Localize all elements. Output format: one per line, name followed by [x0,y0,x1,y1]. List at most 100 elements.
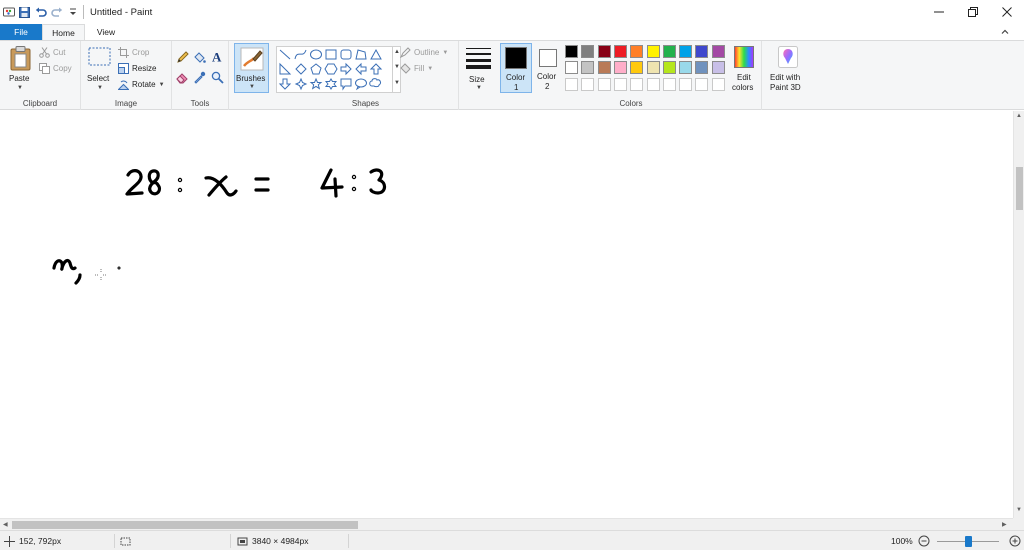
chevron-up-icon[interactable] [1000,27,1010,37]
redo-icon[interactable] [50,5,63,19]
shape-cloud-callout-icon[interactable] [369,78,381,88]
vertical-scroll-thumb[interactable] [1016,167,1023,210]
palette-swatch[interactable] [581,45,595,58]
tab-file[interactable]: File [0,24,42,40]
shape-right-arrow-icon[interactable] [340,62,352,76]
scroll-up-icon[interactable]: ▲ [1016,113,1022,119]
copy-button[interactable]: Copy [39,62,72,75]
custom-color-slot[interactable] [597,77,611,91]
shape-oval-callout-icon[interactable] [355,78,367,91]
paste-button[interactable]: Paste ▼ [5,44,35,92]
paint-app-icon[interactable] [2,5,15,19]
palette-swatch[interactable] [695,61,709,75]
shape-right-triangle-icon[interactable] [279,62,292,75]
eraser-icon[interactable] [176,71,190,85]
tab-home[interactable]: Home [42,24,85,41]
shape-rectangle-icon[interactable] [325,49,337,60]
custom-color-slot[interactable] [581,77,595,91]
zoom-in-button[interactable] [1009,535,1021,547]
ribbon-tabs: File Home View [0,24,1024,41]
size-button[interactable]: Size ▼ [462,44,495,93]
rotate-button[interactable]: Rotate ▼ [118,78,165,91]
color1-button[interactable]: Color 1 [500,43,532,93]
shape-rounded-rectangle-icon[interactable] [340,49,352,60]
palette-swatch[interactable] [565,61,578,75]
scroll-right-icon[interactable]: ▶ [1002,521,1007,528]
save-icon[interactable] [18,5,31,19]
shape-curve-icon[interactable] [294,49,307,60]
undo-icon[interactable] [34,5,47,19]
palette-swatch[interactable] [711,45,725,58]
palette-swatch[interactable] [630,61,644,75]
palette-swatch[interactable] [679,61,693,75]
custom-color-slot[interactable] [646,77,660,91]
close-button[interactable] [990,0,1024,24]
custom-color-slot[interactable] [613,77,627,91]
shape-left-arrow-icon[interactable] [355,62,367,76]
shape-four-point-star-icon[interactable] [294,77,308,91]
custom-color-slot[interactable] [695,77,709,91]
ribbon-separator [761,41,762,110]
brushes-button[interactable]: Brushes ▼ [234,43,269,93]
restore-button[interactable] [956,0,990,24]
shape-diamond-icon[interactable] [295,63,307,75]
select-button[interactable]: Select ▼ [85,44,115,92]
scroll-left-icon[interactable]: ◀ [3,521,8,528]
shape-oval-icon[interactable] [310,49,322,60]
resize-button[interactable]: Resize [118,62,156,75]
customize-qat-icon[interactable] [66,5,79,19]
zoom-slider-thumb[interactable] [965,536,972,547]
palette-swatch[interactable] [613,45,627,58]
horizontal-scrollbar[interactable]: ◀ ▶ [0,518,1013,530]
handwritten-dot [117,266,121,270]
palette-swatch[interactable] [581,61,595,75]
custom-color-slot[interactable] [662,77,676,91]
palette-swatch[interactable] [630,45,644,58]
pencil-icon[interactable] [176,51,190,65]
vertical-scrollbar[interactable]: ▲ ▼ [1013,111,1024,518]
shape-six-point-star-icon[interactable] [324,78,338,90]
shape-five-point-star-icon[interactable] [309,77,323,90]
shape-polygon-icon[interactable] [355,49,367,60]
fill-bucket-icon[interactable] [193,51,207,65]
shape-pentagon-icon[interactable] [310,63,322,75]
shape-hexagon-icon[interactable] [324,63,338,75]
palette-swatch[interactable] [613,61,627,75]
drawing-canvas[interactable] [0,111,1013,518]
custom-color-slot[interactable] [711,77,725,91]
text-tool-icon[interactable]: A [211,50,225,65]
shape-down-arrow-icon[interactable] [278,78,292,90]
image-size-icon [237,537,248,545]
palette-swatch[interactable] [662,61,676,75]
palette-swatch[interactable] [597,61,611,75]
edit-colors-button[interactable]: Edit colors [730,44,758,94]
palette-swatch[interactable] [711,61,725,75]
edit-with-paint3d-button[interactable]: Edit with Paint 3D [766,44,810,94]
palette-swatch[interactable] [597,45,611,58]
palette-swatch[interactable] [679,45,693,58]
fill-button[interactable]: Fill ▼ [400,62,433,75]
magnifier-icon[interactable] [211,71,225,85]
palette-swatch[interactable] [695,45,709,58]
tab-view[interactable]: View [88,24,124,40]
palette-swatch[interactable] [662,45,676,58]
zoom-out-button[interactable] [918,535,930,547]
palette-swatch[interactable] [646,45,660,58]
palette-swatch[interactable] [646,61,660,75]
horizontal-scroll-thumb[interactable] [12,521,358,529]
color2-button[interactable]: Color 2 [534,43,564,93]
crop-button[interactable]: Crop [118,46,149,59]
custom-color-slot[interactable] [630,77,644,91]
shape-rect-callout-icon[interactable] [340,78,352,91]
outline-button[interactable]: Outline ▼ [400,46,448,59]
palette-swatch[interactable] [565,45,578,58]
minimize-button[interactable] [922,0,956,24]
color-picker-icon[interactable] [193,71,207,85]
custom-color-slot[interactable] [565,77,578,91]
shape-triangle-icon[interactable] [370,48,382,60]
shape-line-icon[interactable] [279,49,291,60]
shape-up-arrow-icon[interactable] [369,63,383,75]
custom-color-slot[interactable] [679,77,693,91]
scroll-down-icon[interactable]: ▼ [1016,507,1022,513]
cut-button[interactable]: Cut [39,46,65,59]
